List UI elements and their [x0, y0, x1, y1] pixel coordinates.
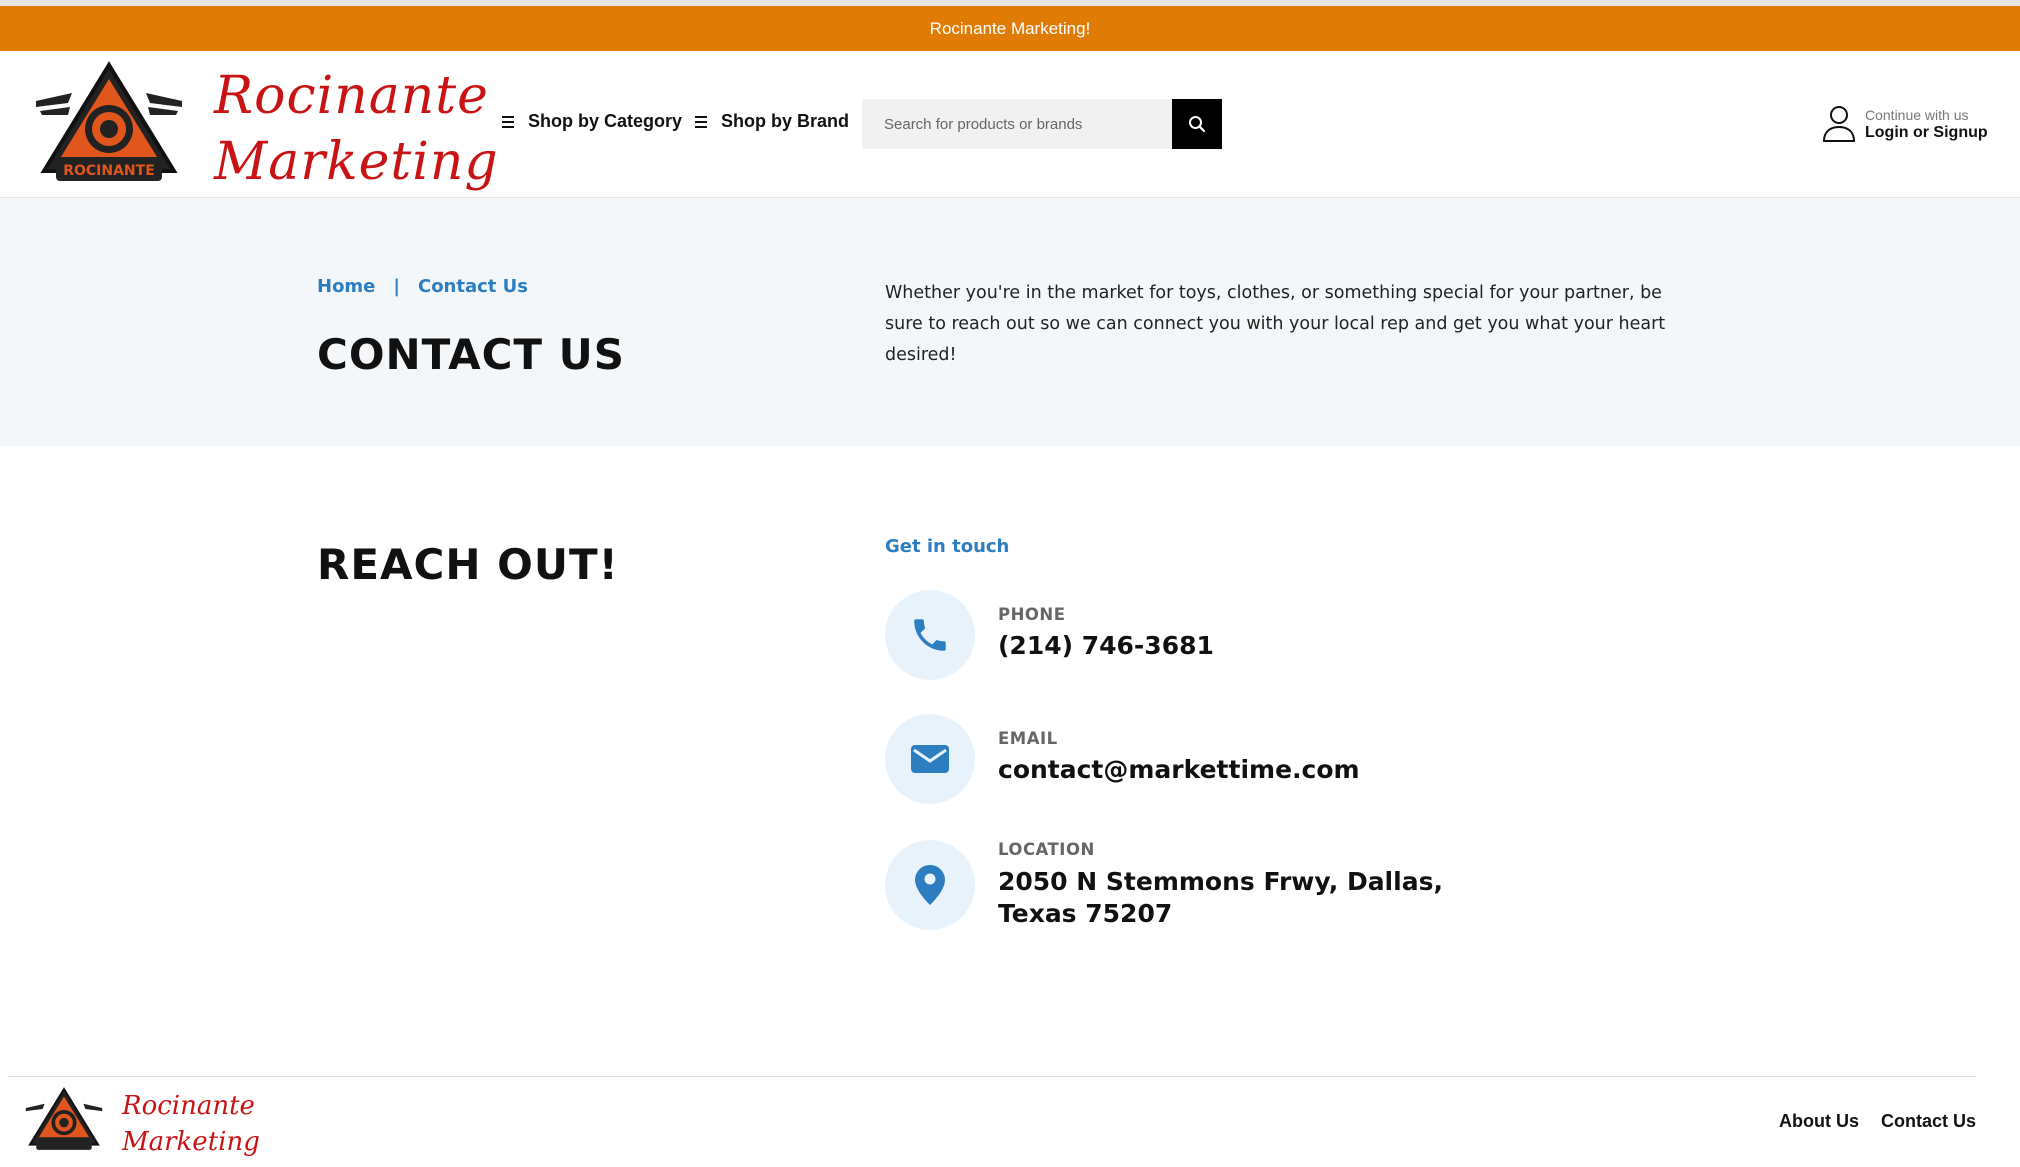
breadcrumb-separator: | — [393, 276, 400, 297]
footer-logo[interactable]: Rocinante Marketing — [22, 1086, 272, 1157]
contact-location: LOCATION 2050 N Stemmons Frwy, Dallas, T… — [885, 840, 1585, 940]
logo-line-1: Rocinante — [214, 66, 489, 126]
logo-line-2: Marketing — [214, 132, 499, 192]
shop-by-category-menu[interactable]: Shop by Category — [502, 111, 682, 132]
menu-icon — [695, 115, 707, 128]
account-login[interactable]: Continue with us Login or Signup — [1822, 101, 1988, 147]
footer-logo-line-2: Marketing — [122, 1127, 260, 1157]
email-icon-circle — [885, 714, 975, 804]
phone-icon — [914, 619, 946, 651]
user-icon — [1822, 106, 1856, 142]
hero-description: Whether you're in the market for toys, c… — [885, 283, 1666, 365]
announcement-bar: Rocinante Marketing! — [0, 6, 2020, 51]
map-pin-icon — [915, 865, 945, 905]
search-icon — [1189, 116, 1206, 133]
phone-icon-circle — [885, 590, 975, 680]
get-in-touch-label: Get in touch — [885, 536, 1010, 557]
search-bar — [862, 99, 1222, 149]
footer-logo-wordmark: Rocinante Marketing — [122, 1088, 260, 1160]
contact-phone: PHONE (214) 746-3681 — [885, 590, 1585, 682]
footer-contact-us-link[interactable]: Contact Us — [1881, 1111, 1976, 1132]
location-label: LOCATION — [998, 840, 1095, 859]
phone-label: PHONE — [998, 605, 1066, 624]
logo-wordmark: Rocinante Marketing — [214, 63, 499, 195]
shop-by-brand-label: Shop by Brand — [721, 111, 850, 131]
email-label: EMAIL — [998, 729, 1058, 748]
envelope-icon — [911, 745, 949, 773]
footer-logo-line-1: Rocinante — [122, 1091, 255, 1121]
email-value[interactable]: contact@markettime.com — [998, 754, 1360, 786]
announcement-text: Rocinante Marketing! — [929, 18, 1091, 38]
rocinante-emblem-icon: ROCINANTE — [36, 61, 182, 181]
footer-divider — [8, 1076, 1976, 1077]
site-logo[interactable]: ROCINANTE Rocinante Marketing — [34, 59, 498, 193]
shop-by-category-label: Shop by Category — [528, 111, 683, 131]
footer-links: About Us Contact Us — [1779, 1111, 1976, 1132]
page-title: CONTACT US — [317, 330, 626, 379]
breadcrumb-contact-us[interactable]: Contact Us — [418, 276, 528, 297]
menu-icon — [502, 115, 514, 128]
login-signup-link[interactable]: Login or Signup — [1865, 124, 1988, 142]
shop-by-brand-menu[interactable]: Shop by Brand — [695, 111, 849, 132]
breadcrumb: Home | Contact Us — [317, 276, 528, 297]
phone-value[interactable]: (214) 746-3681 — [998, 630, 1214, 662]
footer-about-us-link[interactable]: About Us — [1779, 1111, 1859, 1132]
page-hero: Home | Contact Us CONTACT US Whether you… — [0, 198, 2020, 446]
search-button[interactable] — [1172, 99, 1222, 149]
location-line-2: Texas 75207 — [998, 899, 1173, 928]
location-value: 2050 N Stemmons Frwy, Dallas, Texas 7520… — [998, 866, 1443, 930]
breadcrumb-home[interactable]: Home — [317, 276, 375, 297]
reach-out-heading: REACH OUT! — [317, 540, 619, 589]
site-header: ROCINANTE Rocinante Marketing Shop by Ca… — [0, 51, 2020, 198]
svg-text:ROCINANTE: ROCINANTE — [63, 163, 155, 179]
location-line-1: 2050 N Stemmons Frwy, Dallas, — [998, 867, 1443, 896]
account-subtitle: Continue with us — [1865, 107, 1969, 123]
location-icon-circle — [885, 840, 975, 930]
rocinante-emblem-icon — [25, 1087, 103, 1150]
contact-email: EMAIL contact@markettime.com — [885, 714, 1585, 806]
search-input[interactable] — [862, 99, 1172, 149]
